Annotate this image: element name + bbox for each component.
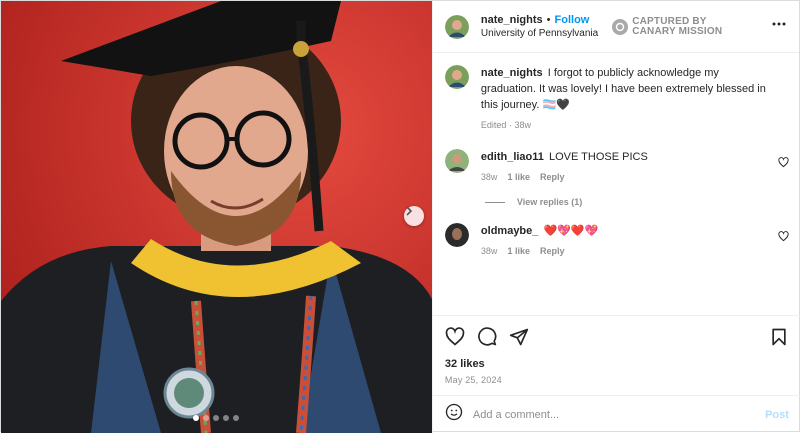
emoji-icon: [445, 403, 463, 421]
comment-meta: 38w 1 like Reply: [481, 169, 771, 185]
follow-button[interactable]: Follow: [555, 14, 590, 26]
post-comment-button[interactable]: Post: [765, 409, 789, 421]
post-date: May 25, 2024: [444, 375, 502, 385]
heart-icon: [778, 231, 789, 242]
save-button[interactable]: [769, 327, 789, 347]
carousel-dot: [213, 415, 220, 421]
next-slide-button[interactable]: [403, 206, 424, 226]
carousel-dot: [233, 415, 240, 421]
post-header: nate_nights • Follow University of Pennsyl…: [432, 1, 799, 53]
view-replies-label: View replies (1): [516, 197, 583, 207]
caption-emoji: 🏳️‍⚧️🖤: [542, 99, 570, 111]
comment-likes[interactable]: 1 like: [507, 243, 530, 259]
reply-button[interactable]: Reply: [540, 243, 565, 259]
author-info: nate_nights • Follow University of Pennsyl…: [481, 12, 598, 41]
watermark-text: CAPTURED BY CANARY MISSION: [632, 15, 723, 37]
share-icon: [509, 328, 529, 346]
bookmark-icon: [772, 328, 786, 346]
like-button[interactable]: [445, 327, 465, 347]
add-comment-bar: Post: [432, 395, 800, 433]
comment-age: 38w: [480, 172, 498, 182]
post-photo[interactable]: [1, 1, 432, 433]
caption-edited-age: Edited · 38w: [480, 120, 531, 130]
comment-username[interactable]: edith_liao11: [481, 151, 544, 163]
author-username[interactable]: nate_nights: [481, 14, 543, 26]
comment-age: 38w: [480, 246, 498, 256]
graduation-selfie-image: [1, 1, 432, 433]
separator: •: [546, 14, 551, 26]
watermark-line-1: CAPTURED BY: [632, 15, 707, 27]
replies-divider: [484, 201, 505, 203]
reply-button[interactable]: Reply: [540, 169, 565, 185]
action-bar: [445, 324, 789, 350]
watermark-logo-icon: [612, 18, 629, 35]
comment-icon: [478, 327, 497, 346]
carousel-indicator: [1, 415, 432, 421]
comment-text: ❤️💖❤️💖: [543, 225, 599, 237]
comments-section: nate_nights I forgot to publicly acknowl…: [433, 53, 800, 315]
emoji-button[interactable]: [445, 403, 463, 426]
view-replies-button[interactable]: View replies (1): [484, 197, 789, 207]
watermark-line-2: CANARY MISSION: [632, 25, 723, 37]
comment-body: oldmaybe_ ❤️💖❤️💖 38w 1 like Reply: [481, 223, 771, 259]
watermark: CAPTURED BY CANARY MISSION: [612, 15, 723, 37]
caption: nate_nights I forgot to publicly acknowl…: [444, 65, 789, 133]
like-comment-button[interactable]: [778, 229, 789, 247]
more-options-icon: [772, 22, 786, 26]
carousel-dot: [223, 415, 230, 421]
commenter-avatar[interactable]: [444, 223, 469, 247]
like-comment-button[interactable]: [778, 155, 789, 173]
comment-input[interactable]: [472, 408, 766, 421]
comment-likes[interactable]: 1 like: [507, 169, 530, 185]
likes-count[interactable]: 32 likes: [445, 358, 789, 370]
chevron-right-icon: [406, 206, 413, 216]
caption-username[interactable]: nate_nights: [481, 67, 543, 79]
author-avatar[interactable]: [444, 14, 469, 39]
commenter-avatar[interactable]: [444, 149, 469, 173]
caption-body: nate_nights I forgot to publicly acknowl…: [481, 65, 771, 133]
comment-username[interactable]: oldmaybe_: [481, 225, 538, 237]
caption-avatar[interactable]: [444, 65, 469, 89]
heart-icon: [778, 157, 789, 168]
carousel-dot: [203, 415, 210, 421]
comment-item: oldmaybe_ ❤️💖❤️💖 38w 1 like Reply: [444, 223, 789, 259]
post-details-panel: nate_nights • Follow University of Pennsyl…: [431, 1, 800, 433]
comment-text: LOVE THOSE PICS: [548, 151, 648, 163]
carousel-dot: [193, 415, 200, 421]
comment-item: edith_liao11 LOVE THOSE PICS 38w 1 like …: [444, 149, 789, 185]
comment-button[interactable]: [477, 327, 497, 347]
comment-body: edith_liao11 LOVE THOSE PICS 38w 1 like …: [481, 149, 771, 185]
instagram-post: nate_nights • Follow University of Pennsyl…: [0, 0, 800, 433]
share-button[interactable]: [509, 327, 529, 347]
heart-icon: [445, 327, 465, 346]
post-location[interactable]: University of Pennsylvania: [481, 27, 598, 41]
more-options-button[interactable]: [771, 16, 787, 37]
comment-meta: 38w 1 like Reply: [481, 243, 771, 259]
caption-meta: Edited · 38w: [481, 117, 771, 133]
post-actions: 32 likes May 25, 2024: [432, 315, 800, 385]
